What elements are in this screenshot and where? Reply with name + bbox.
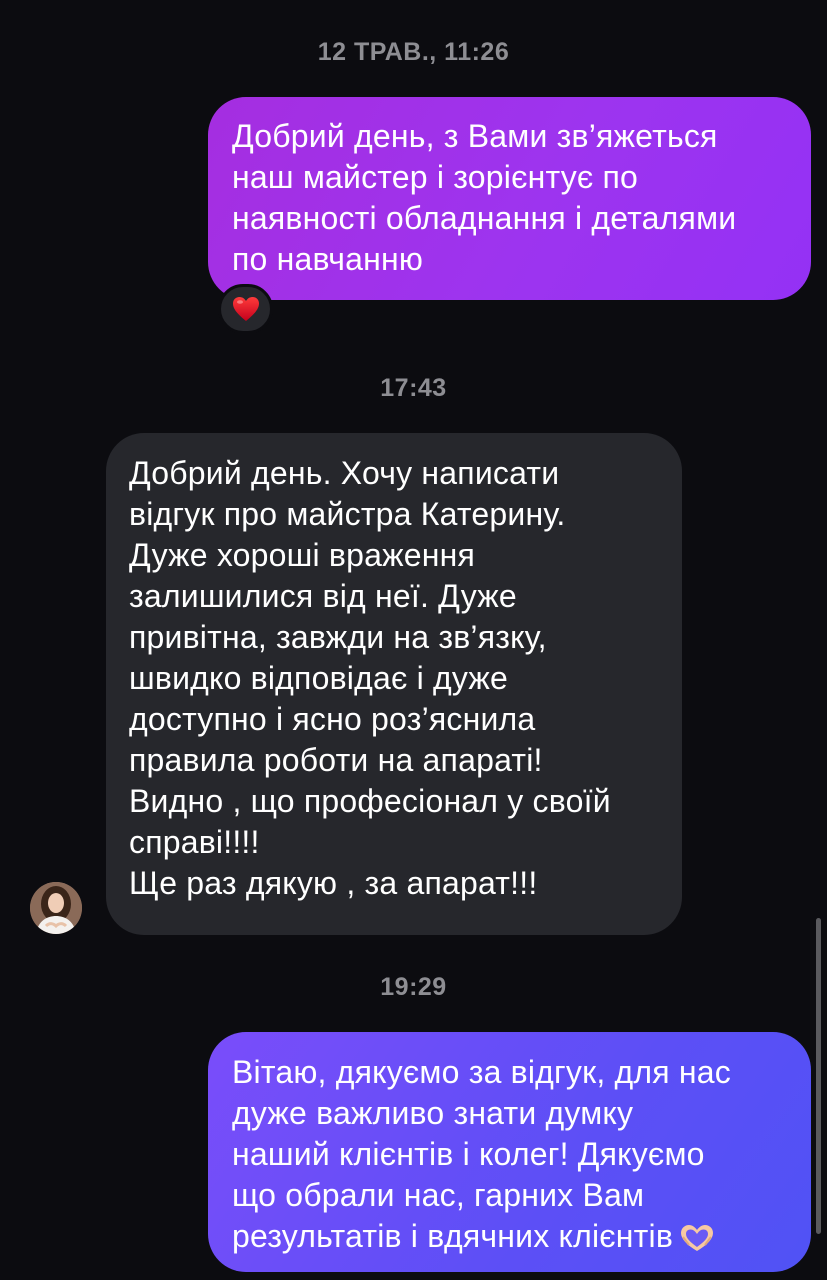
heart-hands-emoji-icon	[681, 1225, 714, 1251]
message-text-line: наший клієнтів і колег! Дякуємо	[232, 1136, 705, 1172]
message-text-line: привітна, завжди на зв’язку,	[129, 619, 547, 655]
message-text-line: залишилися від неї. Дуже	[129, 578, 517, 614]
message-text-line: швидко відповідає і дуже	[129, 660, 509, 696]
message-text-line: Вітаю, дякуємо за відгук, для нас	[232, 1054, 731, 1090]
message-text-line: справі!!!!	[129, 824, 260, 860]
person-photo-icon	[30, 882, 82, 934]
timestamp: 17:43	[380, 374, 447, 402]
message-text-line: правила роботи на апараті!	[129, 742, 543, 778]
message-text-line: що обрали нас, гарних Вам	[232, 1177, 645, 1213]
incoming-message-bubble[interactable]: Добрий день. Хочу написати відгук про ма…	[106, 433, 682, 935]
timestamp: 19:29	[380, 973, 447, 1001]
message-text-line: наявності обладнання і деталями	[232, 200, 737, 236]
message-text-line: Ще раз дякую , за апарат!!!	[129, 865, 538, 901]
message-text-line: Видно , що професіонал у своїй	[129, 783, 611, 819]
message-text-line: по навчанню	[232, 241, 424, 277]
message-text-line: відгук про майстра Катерину.	[129, 496, 566, 532]
message-text-line: Дуже хороші враження	[129, 537, 475, 573]
message-text-line: доступно і ясно роз’яснила	[129, 701, 536, 737]
timestamp: 12 ТРАВ., 11:26	[317, 38, 510, 66]
message-reaction[interactable]	[218, 284, 273, 334]
message-text-line: результатів і вдячних клієнтів	[232, 1216, 793, 1257]
message-text-line: Добрий день. Хочу написати	[129, 455, 560, 491]
outgoing-message-bubble[interactable]: Добрий день, з Вами зв’яжеться наш майст…	[208, 97, 811, 300]
scrollbar[interactable]	[816, 918, 821, 1234]
heart-emoji-icon	[232, 297, 259, 321]
message-text-line: наш майстер і зорієнтує по	[232, 159, 639, 195]
outgoing-message-bubble[interactable]: Вітаю, дякуємо за відгук, для нас дуже в…	[208, 1032, 811, 1272]
message-text-fragment: результатів і вдячних клієнтів	[232, 1218, 674, 1254]
message-text-line: дуже важливо знати думку	[232, 1095, 634, 1131]
message-text-line: Добрий день, з Вами зв’яжеться	[232, 118, 718, 154]
sender-avatar[interactable]	[30, 882, 82, 934]
